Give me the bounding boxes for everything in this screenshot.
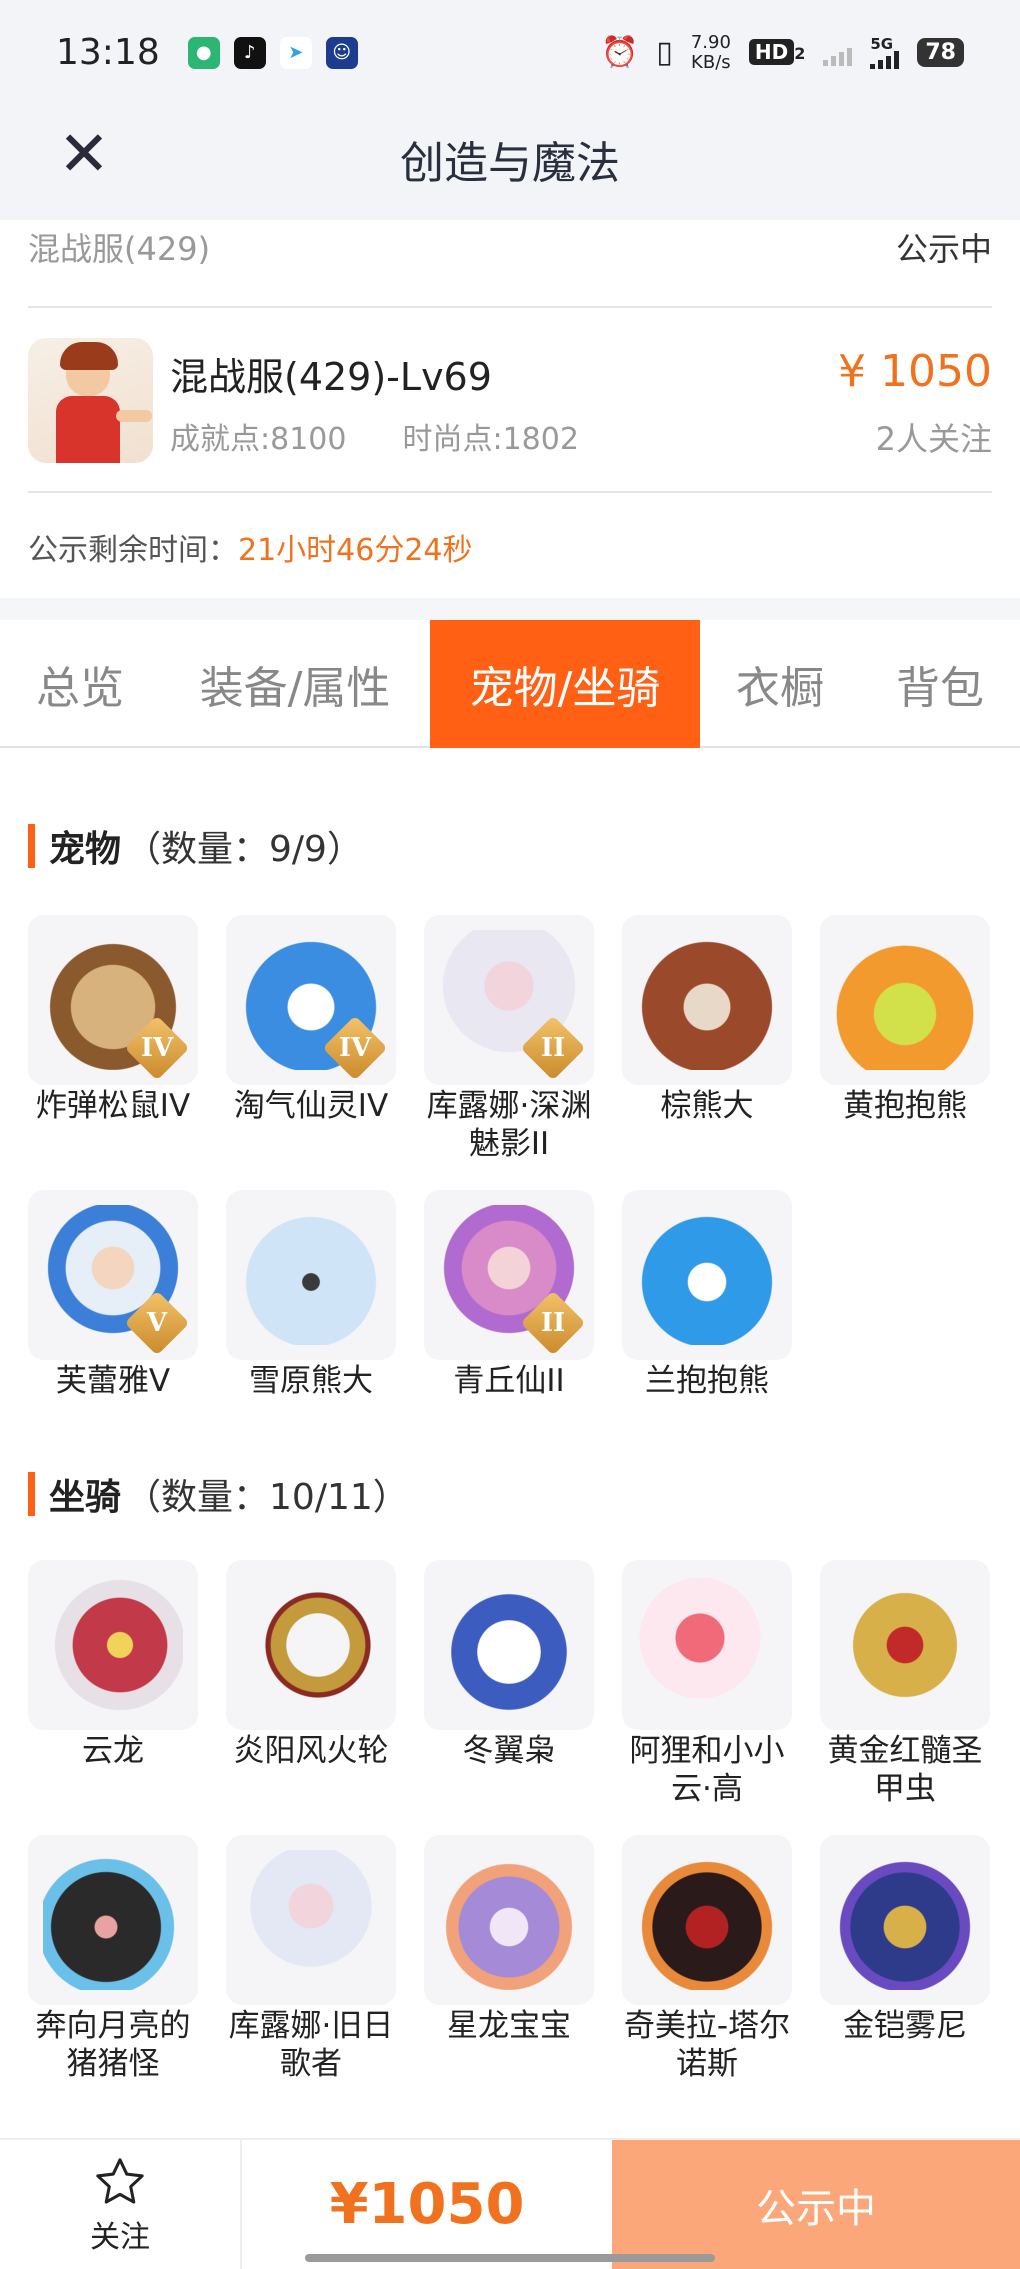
listing-status: 公示中	[895, 230, 992, 268]
listing-status-button[interactable]: 公示中	[612, 2140, 1020, 2269]
mount-item[interactable]: 奇美拉-塔尔诺斯	[622, 1835, 792, 2083]
tab-backpack[interactable]: 背包	[870, 620, 1010, 748]
pets-section-title: 宠物 （数量：9/9）	[28, 820, 363, 872]
status-time: 13:18	[56, 32, 160, 73]
page-title: 创造与魔法	[400, 138, 620, 189]
app-notification-icon: ●	[187, 36, 220, 69]
pet-item[interactable]: II 青丘仙II	[424, 1190, 594, 1400]
mounts-section-title: 坐骑 （数量：10/11）	[28, 1468, 409, 1520]
tab-overview[interactable]: 总览	[0, 620, 160, 748]
home-indicator[interactable]	[305, 2254, 715, 2262]
alarm-icon: ⏰	[600, 35, 639, 70]
speed-value: 7.90	[690, 31, 731, 53]
fashion-points: 时尚点:1802	[402, 422, 579, 457]
pet-item[interactable]: IV 炸弹松鼠IV	[28, 915, 198, 1125]
character-card[interactable]: 混战服(429)-Lv69 成就点:8100 时尚点:1802 ¥ 1050 2…	[28, 308, 992, 493]
tab-equipment[interactable]: 装备/属性	[170, 620, 420, 748]
status-right: ⏰ ▯ 7.90 KB/s HD 2 5G 78	[600, 31, 964, 73]
mount-item[interactable]: 冬翼枭	[424, 1560, 594, 1770]
tab-pets-mounts[interactable]: 宠物/坐骑	[430, 620, 700, 748]
mount-item[interactable]: 炎阳风火轮	[226, 1560, 396, 1770]
mount-item[interactable]: 阿狸和小小云·高	[622, 1560, 792, 1808]
section-divider	[0, 598, 1020, 620]
nav-bar: ✕ 创造与魔法	[0, 105, 1020, 220]
network-speed: 7.90 KB/s	[690, 31, 731, 73]
mount-item[interactable]: 库露娜·旧日歌者	[226, 1835, 396, 2083]
speed-unit: KB/s	[691, 51, 731, 73]
robot-app-icon: ☺	[325, 36, 358, 69]
status-bar: 13:18 ● ♪ ➤ ☺ ⏰ ▯ 7.90 KB/s HD 2 5G 78	[0, 0, 1020, 105]
pet-item[interactable]: 黄抱抱熊	[820, 915, 990, 1125]
battery-indicator: 78	[917, 38, 964, 67]
vibrate-icon: ▯	[656, 35, 673, 70]
mount-item[interactable]: 黄金红髓圣甲虫	[820, 1560, 990, 1808]
tab-wardrobe[interactable]: 衣橱	[710, 620, 850, 748]
mount-item[interactable]: 奔向月亮的猪猪怪	[28, 1835, 198, 2083]
follower-count: 2人关注	[875, 420, 992, 458]
bottom-price: ¥1050	[329, 2172, 525, 2237]
server-row: 混战服(429) 公示中	[28, 220, 992, 308]
bottom-bar: 关注 ¥1050 公示中	[0, 2138, 1020, 2269]
signal-5g: 5G	[870, 36, 900, 69]
server-name: 混战服(429)	[28, 230, 211, 268]
mount-item[interactable]: 云龙	[28, 1560, 198, 1770]
character-avatar	[28, 338, 153, 463]
hd-badge: HD 2	[748, 39, 805, 65]
signal-icon-sim1	[823, 40, 853, 66]
follow-label: 关注	[90, 2220, 150, 2255]
pet-item[interactable]: 兰抱抱熊	[622, 1190, 792, 1400]
telegram-icon: ➤	[279, 36, 312, 69]
status-app-icons: ● ♪ ➤ ☺	[187, 36, 358, 69]
tiktok-icon: ♪	[233, 36, 266, 69]
mount-item[interactable]: 金铠雾尼	[820, 1835, 990, 2045]
tab-bar: 总览 装备/属性 宠物/坐骑 衣橱 背包	[0, 620, 1020, 748]
star-icon	[96, 2158, 144, 2204]
signal-icon-sim2	[870, 50, 900, 69]
pet-item[interactable]: 棕熊大	[622, 915, 792, 1125]
follow-button[interactable]: 关注	[0, 2140, 242, 2269]
countdown: 公示剩余时间：21小时46分24秒	[28, 525, 473, 569]
character-price: ¥ 1050	[838, 346, 992, 397]
countdown-value: 21小时46分24秒	[238, 533, 473, 568]
mount-item[interactable]: 星龙宝宝	[424, 1835, 594, 2045]
achievement-points: 成就点:8100	[170, 422, 347, 457]
pet-item[interactable]: V 芙蕾雅V	[28, 1190, 198, 1400]
character-title: 混战服(429)-Lv69	[170, 355, 492, 399]
countdown-label: 公示剩余时间：	[28, 533, 238, 568]
character-stats: 成就点:8100 时尚点:1802	[170, 414, 579, 458]
pet-item[interactable]: II 库露娜·深渊魅影II	[424, 915, 594, 1163]
pet-item[interactable]: IV 淘气仙灵IV	[226, 915, 396, 1125]
pet-item[interactable]: 雪原熊大	[226, 1190, 396, 1400]
